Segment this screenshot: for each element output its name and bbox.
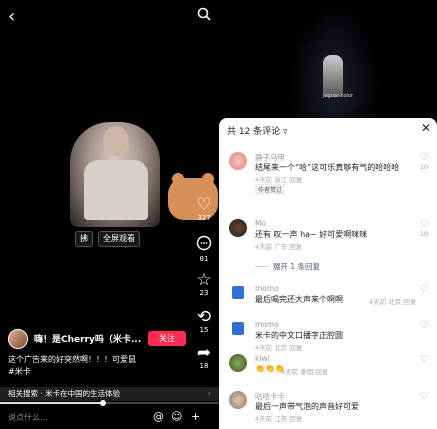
progress-bar[interactable]: [0, 400, 219, 406]
comment-meta[interactable]: 4天前 浙江 回复: [255, 174, 302, 184]
author-row: 嗨！是Cherry吗（米卡... 关注: [8, 329, 193, 349]
heart-icon: ♡: [419, 152, 429, 163]
comment-user[interactable]: momo: [255, 320, 279, 329]
comment-like-button[interactable]: ♡: [417, 320, 431, 331]
comment-text: 👏👏👏: [255, 364, 285, 373]
comment-meta[interactable]: 4天前 广东 回复: [255, 241, 302, 251]
expand-divider: [255, 266, 269, 267]
comment-like-button[interactable]: ♡ 10: [417, 152, 431, 171]
heart-icon: ♡: [419, 219, 429, 230]
follow-button[interactable]: 关注: [148, 331, 186, 346]
star-icon: ☆: [196, 270, 212, 290]
presenter-head: [103, 126, 129, 156]
comment-like-count: 10: [419, 163, 429, 171]
comment-text: 最后一声带气泡的声音好可爱: [255, 402, 359, 411]
comment-meta[interactable]: 4天前 江苏 回复: [255, 413, 302, 423]
mention-icon[interactable]: @: [153, 411, 164, 423]
stage-caption: Jaguar·color: [323, 93, 353, 99]
comment-icon: [193, 235, 215, 255]
like-button[interactable]: ♡ 327: [193, 196, 215, 223]
heart-icon: ♡: [419, 354, 429, 365]
comment-like-count: 10: [419, 230, 429, 238]
pill-button-a[interactable]: 拂: [75, 231, 93, 247]
related-search-bar[interactable]: 相关搜索 · 米卡在中国的生活体验 ›: [0, 387, 219, 401]
comment-user[interactable]: momo: [255, 284, 279, 293]
like-count: 327: [197, 214, 211, 222]
comment-text: 米卡的中文口播字正腔圆: [255, 331, 343, 340]
comment-meta[interactable]: 4天前 北京 回复: [369, 296, 416, 306]
avatar[interactable]: [229, 391, 247, 409]
avatar[interactable]: [229, 152, 247, 170]
comment-text: 还有 叹一声 ha~ 好可爱啊咪咪: [255, 230, 368, 239]
book-icon[interactable]: [232, 286, 244, 299]
share-button[interactable]: ➦ 18: [193, 344, 215, 371]
comment-like-button[interactable]: ♡: [417, 391, 431, 402]
add-icon[interactable]: +: [191, 411, 200, 423]
emoji-icon[interactable]: ☺: [171, 411, 182, 423]
author-name[interactable]: 嗨！是Cherry吗（米卡...: [34, 332, 144, 345]
video-panel[interactable]: ‹ 拂 全屏观看 ♡ 327 81 ☆ 23 ⟲ 15 ➦ 18 嗨！是Cher…: [0, 0, 219, 429]
rotate-button[interactable]: ⟲ 15: [193, 308, 215, 335]
avatar[interactable]: [229, 219, 247, 237]
favorite-button[interactable]: ☆ 23: [193, 271, 215, 298]
search-icon[interactable]: [197, 7, 211, 25]
comment-input[interactable]: 说点什么...: [8, 410, 148, 426]
fullscreen-button[interactable]: 全屏观看: [98, 231, 140, 247]
heart-icon: ♡: [419, 391, 429, 402]
avatar[interactable]: [8, 329, 28, 349]
rotate-icon: ⟲: [196, 307, 212, 327]
comment-user[interactable]: kiwi: [255, 354, 270, 363]
comment-sheet: 共 12 条评论 ▿ ✕ 静子马甲 结尾来一个“哈”这可乐真够有气的哈哈哈 4天…: [219, 118, 437, 429]
heart-icon: ♡: [419, 284, 429, 295]
book-icon[interactable]: [232, 322, 244, 335]
comment-meta[interactable]: 4天前 北京 回复: [255, 342, 302, 352]
progress-handle[interactable]: [99, 400, 106, 406]
presenter-body: [84, 160, 148, 220]
comment-text: 结尾来一个“哈”这可乐真够有气的哈哈哈: [255, 163, 400, 172]
comment-like-button[interactable]: ♡ 10: [417, 219, 431, 238]
mini-video-preview[interactable]: Jaguar·color: [219, 0, 437, 118]
avatar[interactable]: [229, 354, 247, 372]
expand-replies-link[interactable]: 展开 1 条回复: [273, 261, 320, 272]
share-count: 18: [199, 362, 209, 370]
rotate-count: 15: [199, 326, 209, 334]
comment-like-button[interactable]: ♡: [417, 284, 431, 295]
hashtag-link[interactable]: #米卡: [8, 366, 31, 377]
favorite-count: 23: [199, 289, 209, 297]
chevron-right-icon: ›: [208, 389, 211, 398]
video-description: 这个广告来的好突然啊！！！可爱鼠: [8, 355, 136, 364]
comment-count: 81: [199, 255, 209, 263]
close-icon[interactable]: ✕: [421, 121, 431, 135]
stage-figure: [323, 55, 343, 97]
comment-count-header[interactable]: 共 12 条评论 ▿: [227, 124, 288, 137]
share-icon: ➦: [196, 343, 212, 363]
comment-like-button[interactable]: ♡: [417, 354, 431, 365]
comment-meta[interactable]: 4天前 泰国 回复: [281, 366, 328, 376]
comment-user[interactable]: Mo: [255, 219, 266, 228]
related-search-text: 相关搜索 · 米卡在中国的生活体验: [8, 389, 121, 398]
heart-icon: ♡: [196, 195, 212, 215]
comment-button[interactable]: 81: [193, 235, 215, 264]
heart-icon: ♡: [419, 320, 429, 331]
progress-fill: [0, 402, 103, 404]
back-chevron-icon[interactable]: ‹: [8, 8, 15, 26]
author-liked-badge: 作者赞过: [255, 184, 286, 195]
